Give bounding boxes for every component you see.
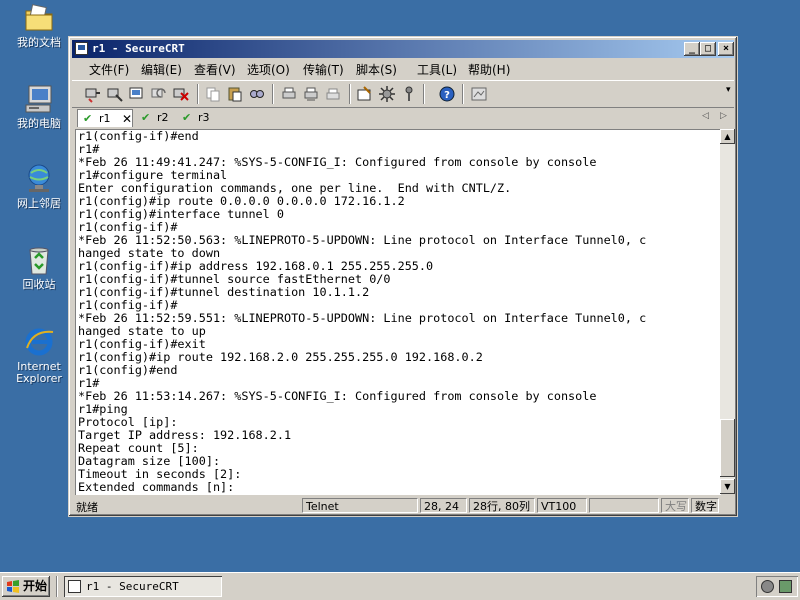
desktop-icon-label: 我的文档	[17, 36, 61, 49]
session-tabs: ✔ r1 ✕ ✔ r2 ✔ r3 ◁ ▷	[72, 108, 734, 128]
connected-check-icon: ✔	[141, 111, 151, 124]
find-icon[interactable]	[248, 85, 266, 103]
taskbar-item-label: r1 - SecureCRT	[86, 580, 179, 593]
desktop-icon-internet-explorer[interactable]: Internet Explorer	[8, 326, 70, 385]
map-icon[interactable]	[470, 85, 488, 103]
tab-close-icon[interactable]: ✕	[122, 110, 132, 128]
status-num: 数字	[691, 498, 719, 513]
copy-icon[interactable]	[204, 85, 222, 103]
connected-check-icon: ✔	[182, 111, 192, 124]
system-tray	[756, 576, 798, 597]
global-options-icon[interactable]	[378, 85, 396, 103]
desktop-icon-network[interactable]: 网上邻居	[8, 163, 70, 210]
toolbar-separator	[423, 84, 425, 104]
start-button[interactable]: 开始	[2, 576, 50, 597]
recycle-bin-icon	[23, 244, 55, 276]
scroll-down-button[interactable]: ▼	[720, 479, 735, 494]
toolbar-separator	[197, 84, 199, 104]
menu-tools[interactable]: 工具(L)	[417, 61, 457, 78]
volume-icon[interactable]	[761, 580, 774, 593]
securecrt-app-icon	[68, 580, 81, 593]
start-label: 开始	[23, 579, 48, 593]
status-ready: 就绪	[76, 501, 98, 514]
desktop-icon-label: Internet Explorer	[16, 360, 62, 385]
taskbar-separator	[56, 576, 58, 597]
menu-file[interactable]: 文件(F)	[89, 61, 129, 78]
printer-icon[interactable]	[324, 85, 342, 103]
svg-text:?: ?	[444, 90, 450, 101]
computer-icon	[23, 83, 55, 115]
menu-bar: 文件(F) 编辑(E) 查看(V) 选项(O) 传输(T) 脚本(S) 工具(L…	[72, 59, 734, 78]
desktop-icon-label: 网上邻居	[17, 197, 61, 210]
maximize-button[interactable]: □	[700, 42, 716, 56]
tab-r2[interactable]: ✔ r2	[139, 109, 173, 127]
minimize-button[interactable]: _	[684, 42, 700, 56]
session-options-icon[interactable]	[356, 85, 374, 103]
tab-scroll-right-icon[interactable]: ▷	[720, 111, 727, 121]
menu-view[interactable]: 查看(V)	[194, 61, 236, 78]
toolbar: ? ▾	[72, 80, 734, 108]
title-bar[interactable]: r1 - SecureCRT _ □ ×	[72, 40, 734, 58]
paste-icon[interactable]	[226, 85, 244, 103]
status-protocol: Telnet	[302, 498, 418, 513]
taskbar-item-securecrt[interactable]: r1 - SecureCRT	[64, 576, 222, 597]
securecrt-window[interactable]: r1 - SecureCRT _ □ × 文件(F) 编辑(E) 查看(V) 选…	[68, 36, 738, 517]
status-cursor: 28, 24	[420, 498, 467, 513]
tab-label: r1	[99, 112, 111, 125]
terminal-output: r1(config-if)#end r1# *Feb 26 11:49:41.2…	[78, 129, 647, 494]
status-bar: 就绪 Telnet 28, 24 28行, 80列 VT100 大写 数字	[72, 496, 734, 516]
app-icon[interactable]	[75, 42, 88, 55]
connect-in-tab-icon[interactable]	[128, 85, 146, 103]
tab-label: r2	[157, 111, 169, 124]
status-emulation: VT100	[537, 498, 587, 513]
tab-label: r3	[198, 111, 210, 124]
folder-documents-icon	[23, 2, 55, 34]
status-size: 28行, 80列	[469, 498, 535, 513]
tab-r1[interactable]: ✔ r1 ✕	[77, 109, 133, 127]
menu-options[interactable]: 选项(O)	[247, 61, 290, 78]
status-blank	[589, 498, 659, 513]
window-title: r1 - SecureCRT	[92, 42, 185, 55]
disconnect-icon[interactable]	[172, 85, 190, 103]
vertical-scrollbar[interactable]: ▲ ▼	[720, 129, 735, 494]
tab-r3[interactable]: ✔ r3	[180, 109, 214, 127]
internet-explorer-icon	[23, 326, 55, 358]
network-status-icon[interactable]	[779, 580, 792, 593]
scroll-thumb[interactable]	[720, 419, 735, 477]
desktop-icon-label: 我的电脑	[17, 117, 61, 130]
help-icon[interactable]: ?	[438, 85, 456, 103]
print-icon[interactable]	[280, 85, 298, 103]
close-button[interactable]: ×	[718, 42, 734, 56]
network-icon	[23, 163, 55, 195]
tab-scroll-left-icon[interactable]: ◁	[702, 111, 709, 121]
desktop-icon-my-documents[interactable]: 我的文档	[8, 2, 70, 49]
menu-script[interactable]: 脚本(S)	[356, 61, 397, 78]
windows-logo-icon	[7, 580, 19, 593]
menu-edit[interactable]: 编辑(E)	[141, 61, 182, 78]
menu-help[interactable]: 帮助(H)	[468, 61, 510, 78]
connected-check-icon: ✔	[83, 112, 93, 125]
desktop-icon-label: 回收站	[22, 278, 56, 291]
quick-connect-icon[interactable]	[106, 85, 124, 103]
reconnect-icon[interactable]	[150, 85, 168, 103]
desktop-icon-recycle-bin[interactable]: 回收站	[8, 244, 70, 291]
menu-transfer[interactable]: 传输(T)	[303, 61, 344, 78]
status-caps: 大写	[661, 498, 689, 513]
print-selection-icon[interactable]	[302, 85, 320, 103]
terminal-view[interactable]: r1(config-if)#end r1# *Feb 26 11:49:41.2…	[75, 129, 721, 495]
toolbar-separator	[349, 84, 351, 104]
keymap-icon[interactable]	[400, 85, 418, 103]
toolbar-overflow-icon[interactable]: ▾	[726, 85, 731, 95]
scroll-up-button[interactable]: ▲	[720, 129, 735, 144]
desktop-icon-my-computer[interactable]: 我的电脑	[8, 83, 70, 130]
taskbar: 开始 r1 - SecureCRT	[0, 572, 800, 600]
connect-icon[interactable]	[84, 85, 102, 103]
toolbar-separator	[462, 84, 464, 104]
toolbar-separator	[272, 84, 274, 104]
